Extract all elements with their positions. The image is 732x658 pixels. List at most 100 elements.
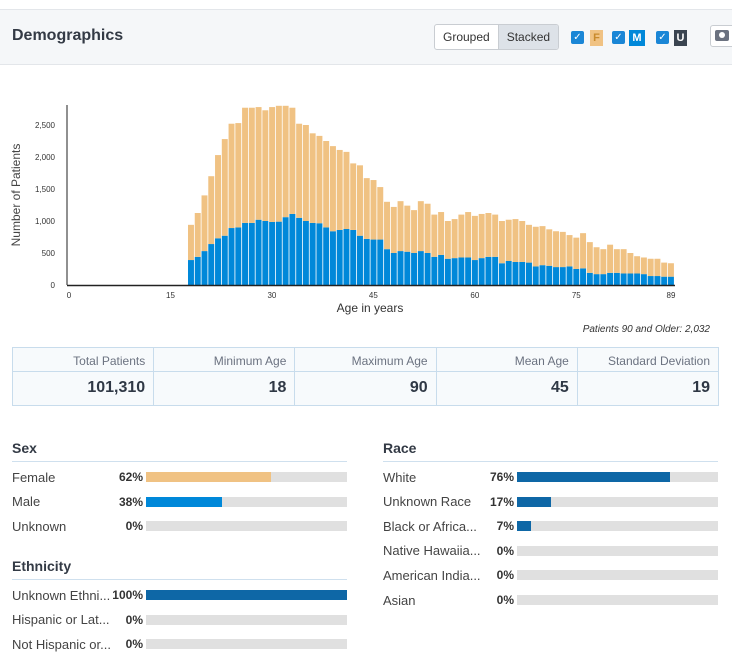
bar-female-age-35[interactable] [302, 125, 309, 221]
bar-male-age-47[interactable] [384, 249, 390, 285]
bar-female-age-33[interactable] [289, 107, 296, 214]
bar-male-age-85[interactable] [640, 274, 647, 285]
bar-female-age-45[interactable] [370, 180, 377, 240]
bar-female-age-82[interactable] [620, 249, 627, 274]
bar-male-age-25[interactable] [235, 227, 242, 285]
bar-male-age-29[interactable] [262, 221, 269, 285]
bar-male-age-22[interactable] [215, 238, 221, 285]
bar-female-age-67[interactable] [519, 221, 526, 262]
bar-male-age-56[interactable] [444, 258, 451, 285]
bar-male-age-81[interactable] [613, 272, 620, 285]
bar-male-age-74[interactable] [566, 266, 573, 285]
bar-female-age-89[interactable] [667, 263, 674, 277]
bar-male-age-87[interactable] [654, 276, 661, 285]
bar-male-age-75[interactable] [573, 269, 580, 285]
bar-female-age-70[interactable] [539, 226, 546, 266]
bar-female-age-51[interactable] [411, 210, 418, 253]
bar-male-age-64[interactable] [498, 263, 505, 285]
bar-male-age-83[interactable] [627, 273, 634, 285]
bar-male-age-73[interactable] [559, 267, 566, 285]
bar-female-age-19[interactable] [194, 213, 201, 257]
bar-male-age-69[interactable] [532, 266, 539, 285]
bar-female-age-56[interactable] [444, 221, 451, 259]
bar-male-age-19[interactable] [194, 256, 201, 285]
bar-male-age-84[interactable] [634, 273, 641, 285]
bar-female-age-55[interactable] [438, 212, 445, 255]
bar-female-age-21[interactable] [208, 176, 215, 245]
bar-female-age-47[interactable] [384, 201, 390, 250]
bar-female-age-64[interactable] [498, 221, 505, 264]
bar-female-age-31[interactable] [275, 105, 282, 222]
bar-male-age-52[interactable] [417, 251, 424, 285]
bar-male-age-45[interactable] [370, 239, 377, 285]
bar-male-age-76[interactable] [580, 268, 587, 285]
bar-male-age-21[interactable] [208, 244, 215, 285]
bar-male-age-65[interactable] [505, 261, 512, 285]
bar-male-age-49[interactable] [397, 251, 404, 285]
bar-male-age-70[interactable] [539, 265, 546, 285]
bar-female-age-54[interactable] [431, 214, 438, 257]
bar-female-age-26[interactable] [242, 107, 249, 223]
bar-male-age-53[interactable] [424, 253, 431, 285]
bar-male-age-48[interactable] [390, 253, 397, 285]
bar-male-age-37[interactable] [316, 223, 323, 285]
bar-female-age-80[interactable] [607, 244, 614, 273]
bar-male-age-23[interactable] [221, 235, 228, 285]
bar-female-age-86[interactable] [647, 258, 654, 277]
bar-male-age-46[interactable] [377, 239, 384, 285]
bar-male-age-31[interactable] [275, 221, 282, 285]
bar-female-age-20[interactable] [201, 195, 208, 252]
bar-male-age-50[interactable] [404, 251, 411, 285]
bar-male-age-34[interactable] [296, 217, 303, 285]
bar-male-age-60[interactable] [471, 260, 478, 285]
bar-male-age-24[interactable] [228, 228, 235, 285]
bar-female-age-52[interactable] [417, 201, 424, 252]
bar-female-age-41[interactable] [343, 151, 350, 229]
bar-female-age-68[interactable] [526, 224, 532, 263]
bar-male-age-35[interactable] [302, 221, 309, 285]
bar-male-age-38[interactable] [323, 227, 330, 285]
bar-female-age-76[interactable] [580, 233, 587, 269]
bar-male-age-55[interactable] [438, 254, 445, 285]
bar-female-age-46[interactable] [377, 187, 384, 240]
bar-female-age-32[interactable] [282, 105, 289, 218]
bar-female-age-28[interactable] [255, 107, 262, 220]
bar-male-age-30[interactable] [269, 221, 276, 285]
bar-male-age-71[interactable] [546, 265, 553, 285]
bar-female-age-30[interactable] [269, 107, 276, 222]
bar-male-age-41[interactable] [343, 229, 350, 285]
bar-female-age-59[interactable] [465, 212, 472, 258]
bar-male-age-82[interactable] [620, 273, 627, 285]
bar-male-age-43[interactable] [357, 235, 363, 285]
bar-male-age-66[interactable] [512, 261, 519, 285]
bar-male-age-57[interactable] [451, 258, 458, 285]
bar-female-age-66[interactable] [512, 219, 519, 262]
bar-female-age-29[interactable] [262, 110, 269, 221]
bar-male-age-51[interactable] [411, 253, 418, 285]
bar-female-age-24[interactable] [228, 123, 235, 229]
bar-male-age-32[interactable] [282, 217, 289, 285]
bar-female-age-88[interactable] [661, 262, 668, 277]
bar-female-age-83[interactable] [627, 253, 634, 274]
bar-male-age-27[interactable] [248, 222, 255, 285]
bar-female-age-85[interactable] [640, 257, 647, 275]
bar-male-age-36[interactable] [309, 222, 316, 285]
bar-female-age-58[interactable] [458, 214, 465, 258]
bar-male-age-63[interactable] [492, 256, 499, 285]
bar-female-age-36[interactable] [309, 133, 316, 223]
bar-female-age-62[interactable] [485, 213, 492, 257]
bar-female-age-50[interactable] [404, 205, 411, 252]
bar-female-age-49[interactable] [397, 201, 404, 252]
bar-male-age-44[interactable] [363, 238, 370, 285]
bar-male-age-20[interactable] [201, 251, 208, 285]
bar-female-age-87[interactable] [654, 258, 661, 277]
bar-female-age-78[interactable] [593, 247, 600, 275]
bar-male-age-62[interactable] [485, 256, 492, 285]
bar-male-age-67[interactable] [519, 261, 526, 285]
bar-male-age-89[interactable] [667, 276, 674, 285]
bar-female-age-65[interactable] [505, 219, 512, 261]
bar-female-age-77[interactable] [586, 242, 593, 273]
bar-male-age-39[interactable] [329, 231, 336, 285]
bar-female-age-61[interactable] [478, 213, 485, 259]
bar-female-age-79[interactable] [600, 249, 607, 275]
